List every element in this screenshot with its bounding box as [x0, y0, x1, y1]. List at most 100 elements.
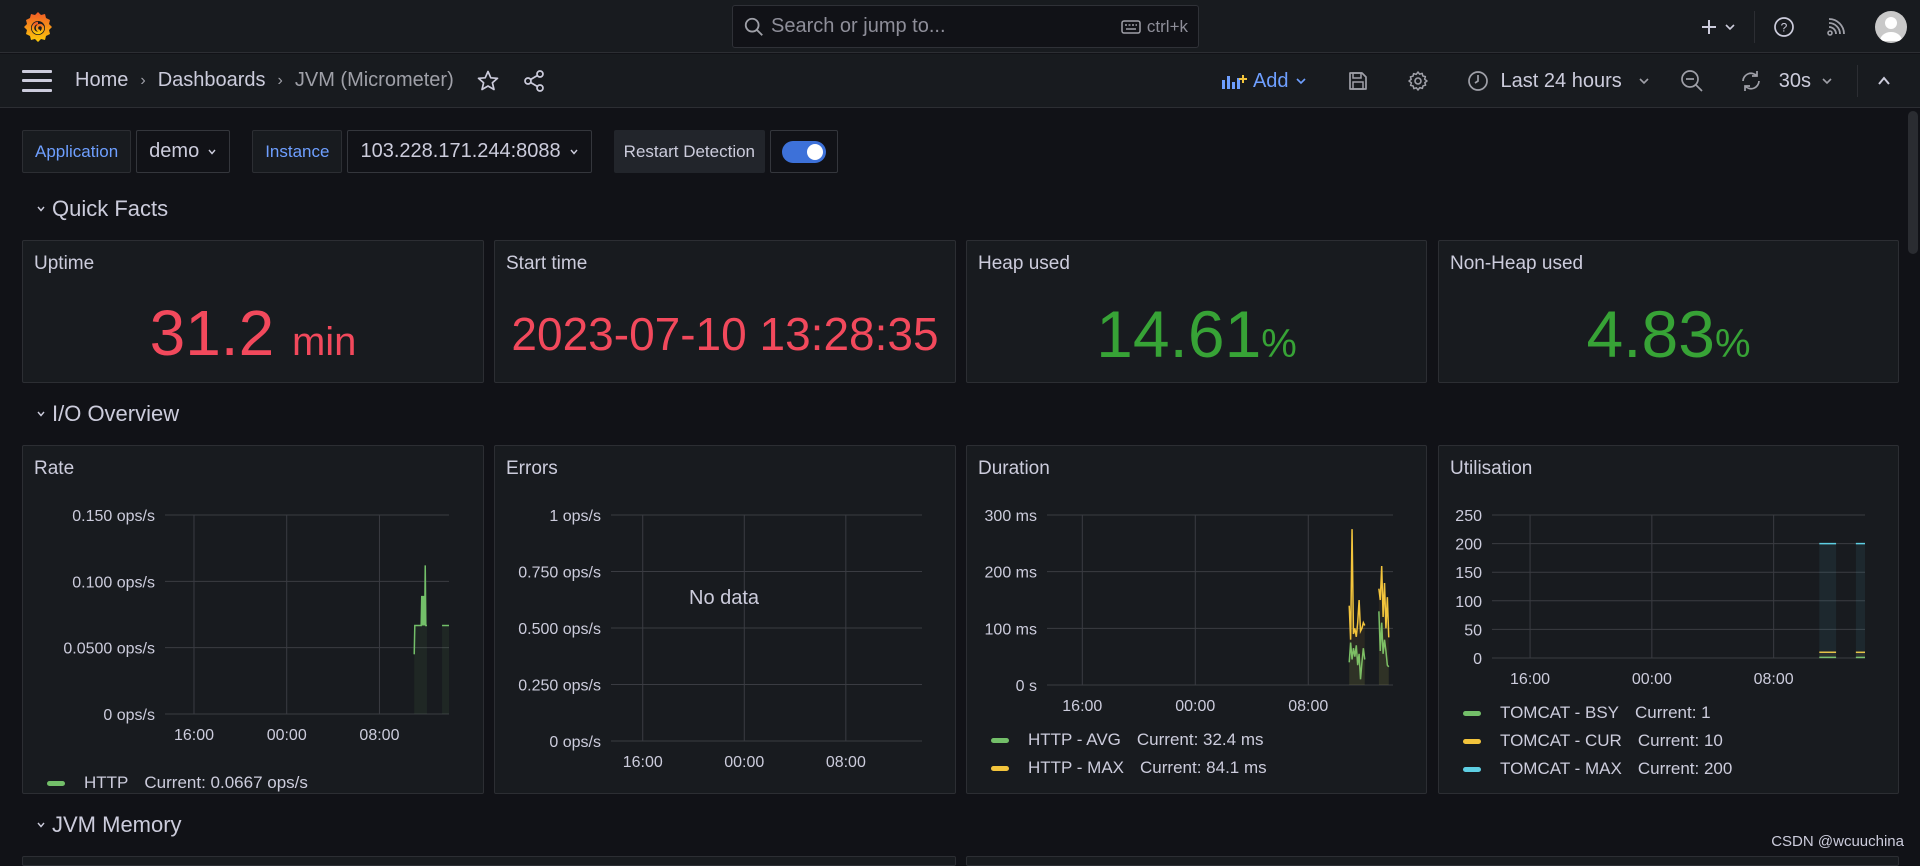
- time-range-picker[interactable]: Last 24 hours: [1467, 70, 1650, 93]
- chart-legend: HTTP - AVG Current: 32.4 ms HTTP - MAX Curr…: [991, 726, 1267, 782]
- breadcrumb-home[interactable]: Home: [75, 69, 128, 92]
- y-tick-label: 0.100 ops/s: [72, 574, 155, 591]
- legend-series-name: TOMCAT - BSY: [1500, 703, 1620, 722]
- x-tick-label: 00:00: [1632, 671, 1672, 688]
- row-io-overview[interactable]: I/O Overview: [36, 401, 179, 427]
- breadcrumb: Home › Dashboards › JVM (Micrometer): [75, 69, 546, 93]
- refresh-icon[interactable]: [1739, 69, 1763, 93]
- y-tick-label: 0: [1473, 651, 1482, 668]
- variable-label-restart-detection: Restart Detection: [613, 130, 766, 173]
- search-shortcut: ctrl+k: [1121, 17, 1188, 37]
- y-tick-label: 0.500 ops/s: [518, 621, 601, 638]
- gear-icon[interactable]: [1407, 70, 1429, 92]
- y-tick-label: 200: [1455, 537, 1482, 554]
- restart-detection-toggle[interactable]: [782, 140, 827, 163]
- zoom-out-icon[interactable]: [1680, 69, 1704, 93]
- legend-current-value: Current: 0.0667 ops/s: [144, 773, 308, 792]
- series-area-tomcat-max: [1819, 543, 1837, 658]
- breadcrumb-current: JVM (Micrometer): [294, 69, 454, 91]
- top-bar: Search or jump to... ctrl+k ?: [0, 0, 1920, 53]
- star-icon[interactable]: [476, 69, 500, 93]
- row-title: I/O Overview: [52, 401, 180, 426]
- y-tick-label: 50: [1464, 622, 1482, 639]
- series-line-http-max[interactable]: [1348, 529, 1366, 640]
- legend-item[interactable]: TOMCAT - CUR Current: 10: [1463, 727, 1732, 755]
- stat-value: 2023-07-10 13:28:35: [511, 308, 939, 360]
- legend-item[interactable]: HTTP Current: 0.0667 ops/s: [47, 769, 308, 797]
- y-tick-label: 0 ops/s: [103, 707, 155, 724]
- divider: [1754, 10, 1755, 43]
- instance-select[interactable]: 103.228.171.244:8088: [347, 130, 592, 173]
- variable-label-instance: Instance: [252, 130, 343, 173]
- panel-uptime: Uptime 31.2 min: [22, 240, 484, 383]
- search-input[interactable]: Search or jump to... ctrl+k: [732, 5, 1199, 48]
- legend-series-name: HTTP - MAX: [1028, 758, 1125, 777]
- legend-series-name: TOMCAT - CUR: [1500, 731, 1622, 750]
- panel-title: Heap used: [978, 253, 1070, 274]
- legend-current-value: Current: 1: [1635, 703, 1711, 722]
- new-button[interactable]: [1692, 18, 1744, 36]
- chevron-down-icon: [570, 149, 578, 155]
- y-tick-label: 100 ms: [985, 621, 1037, 638]
- chart-legend: HTTP Current: 0.0667 ops/s: [47, 769, 308, 797]
- news-button[interactable]: [1823, 17, 1849, 37]
- help-button[interactable]: ?: [1771, 16, 1797, 38]
- legend-current-value: Current: 84.1 ms: [1140, 758, 1267, 777]
- row-title: Quick Facts: [52, 196, 169, 221]
- y-tick-label: 0.150 ops/s: [72, 508, 155, 525]
- breadcrumb-dashboards[interactable]: Dashboards: [158, 69, 266, 92]
- grafana-logo-icon[interactable]: [22, 11, 54, 43]
- refresh-interval-label: 30s: [1778, 69, 1811, 92]
- panel-title: Uptime: [34, 253, 95, 274]
- series-area-tomcat-max: [1855, 543, 1865, 658]
- y-tick-label: 1 ops/s: [549, 508, 601, 525]
- panel-heap-used: Heap used 14.61%: [966, 240, 1427, 383]
- menu-button[interactable]: [22, 69, 52, 92]
- keyboard-icon: [1121, 19, 1141, 34]
- restart-detection-toggle-wrap: [770, 130, 839, 173]
- refresh-interval-picker[interactable]: 30s: [1779, 70, 1833, 93]
- chevron-down-icon: [37, 822, 45, 828]
- row-jvm-memory[interactable]: JVM Memory: [36, 812, 182, 838]
- breadcrumb-separator: ›: [140, 71, 146, 89]
- avatar[interactable]: [1875, 10, 1907, 43]
- legend-item[interactable]: HTTP - AVG Current: 32.4 ms: [991, 726, 1267, 754]
- x-tick-label: 16:00: [174, 727, 214, 744]
- x-tick-label: 08:00: [359, 727, 399, 744]
- legend-item[interactable]: HTTP - MAX Current: 84.1 ms: [991, 754, 1267, 782]
- chevron-down-icon: [37, 206, 45, 212]
- legend-current-value: Current: 10: [1637, 731, 1723, 750]
- dashboard-nav-bar: Home › Dashboards › JVM (Micrometer) Add…: [0, 54, 1920, 108]
- legend-series-name: HTTP: [84, 773, 129, 792]
- chart-legend: TOMCAT - BSY Current: 1 TOMCAT - CUR Curren…: [1463, 699, 1732, 783]
- plus-icon: [1702, 19, 1716, 34]
- legend-item[interactable]: TOMCAT - BSY Current: 1: [1463, 699, 1732, 727]
- search-icon: [744, 17, 763, 36]
- instance-value: 103.228.171.244:8088: [360, 140, 561, 162]
- collapse-icon[interactable]: [1876, 73, 1892, 89]
- panel-title: Non-Heap used: [1450, 253, 1584, 274]
- add-button[interactable]: Add: [1221, 70, 1307, 93]
- time-range-label: Last 24 hours: [1500, 69, 1622, 92]
- divider: [1857, 65, 1858, 97]
- row-title: JVM Memory: [52, 812, 182, 837]
- y-tick-label: 200 ms: [985, 565, 1037, 582]
- legend-swatch: [1463, 738, 1481, 744]
- chevron-down-icon: [1725, 23, 1735, 30]
- template-variables: Application demo Instance 103.228.171.24…: [22, 130, 839, 173]
- x-tick-label: 00:00: [1175, 698, 1215, 715]
- add-panel-icon: [1221, 75, 1247, 89]
- row-quick-facts[interactable]: Quick Facts: [36, 196, 168, 222]
- chevron-down-icon: [37, 411, 45, 417]
- legend-series-name: TOMCAT - MAX: [1500, 759, 1622, 778]
- watermark: CSDN @wcuuchina: [1771, 833, 1904, 850]
- series-area-http: [442, 625, 449, 714]
- panel-utilisation: Utilisation 0 50 100 150 200 250 16:00 00:00 08:…: [1438, 445, 1899, 794]
- legend-item[interactable]: TOMCAT - MAX Current: 200: [1463, 755, 1732, 783]
- save-icon[interactable]: [1347, 70, 1369, 92]
- clock-icon: [1467, 71, 1488, 91]
- application-select[interactable]: demo: [136, 130, 231, 173]
- scrollbar[interactable]: [1908, 111, 1918, 254]
- panel-start-time: Start time 2023-07-10 13:28:35: [494, 240, 956, 383]
- share-icon[interactable]: [522, 69, 546, 93]
